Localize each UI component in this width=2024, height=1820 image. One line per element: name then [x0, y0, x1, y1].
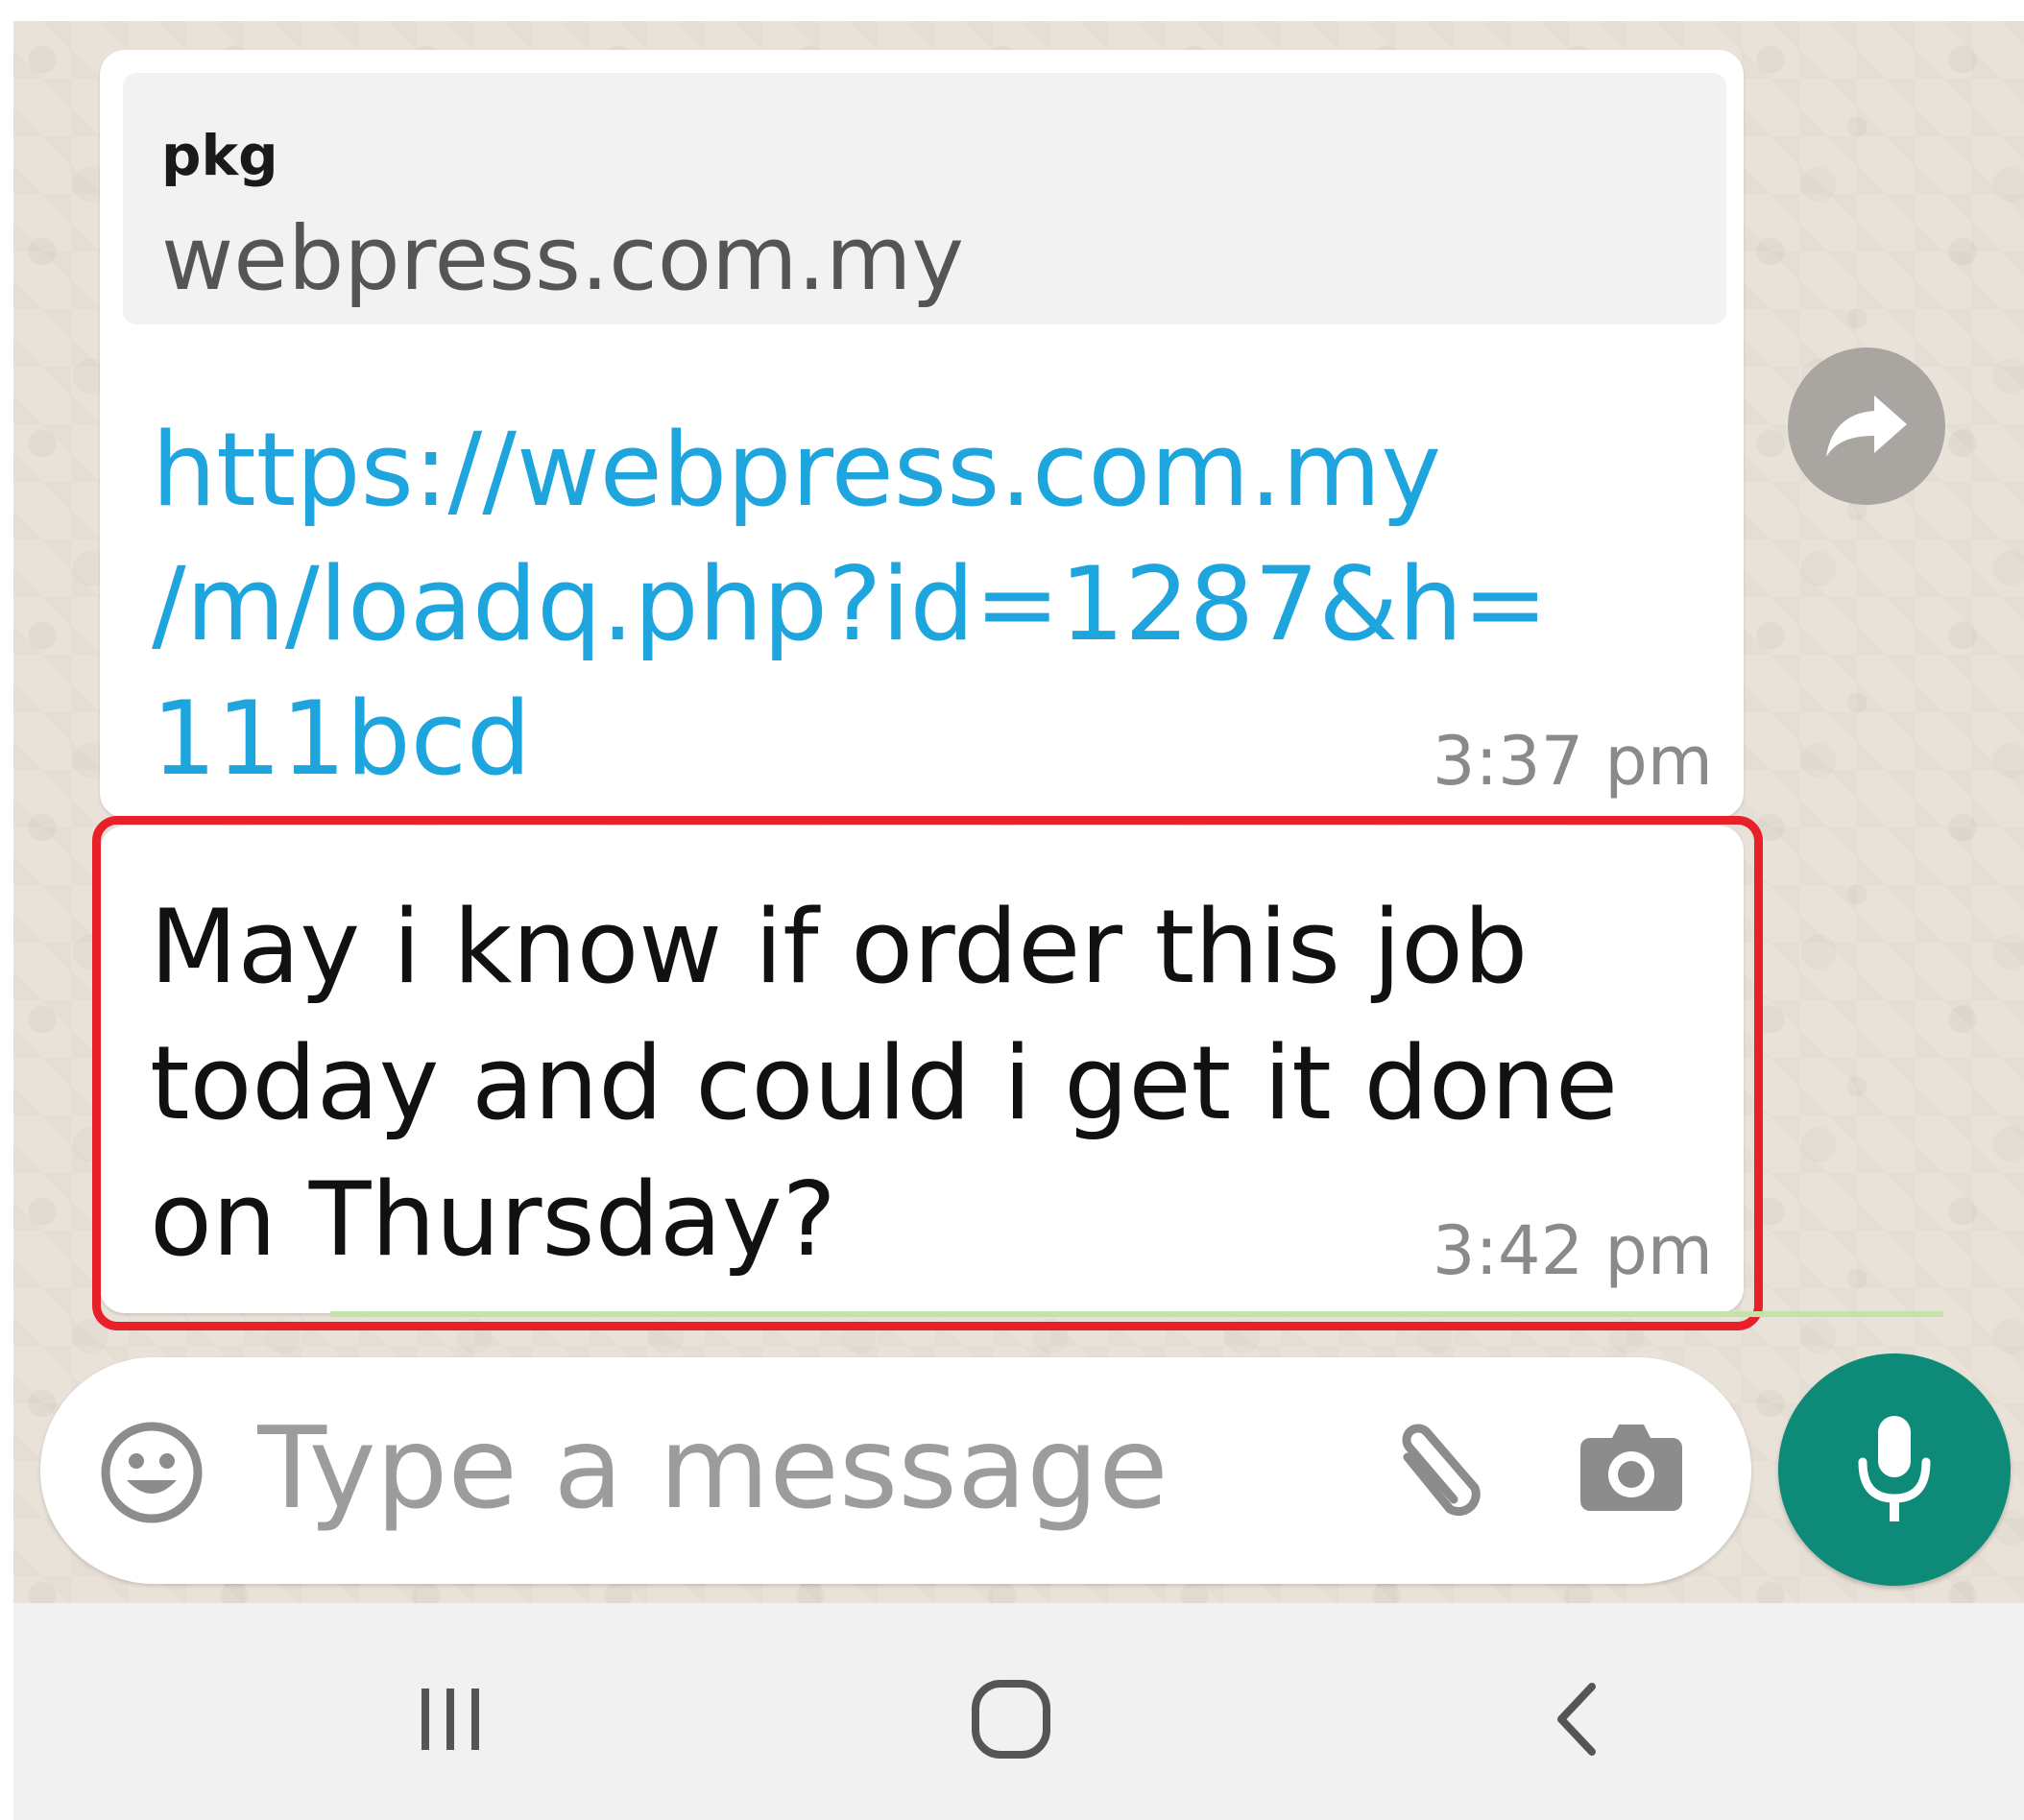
message-composer [40, 1357, 1751, 1584]
back-button[interactable] [1525, 1666, 1630, 1772]
message-timestamp: 3:37 pm [1432, 722, 1713, 801]
message-timestamp: 3:42 pm [1432, 1211, 1713, 1290]
camera-icon[interactable] [1577, 1419, 1686, 1515]
emoji-icon[interactable] [98, 1419, 205, 1526]
microphone-button[interactable] [1778, 1353, 2011, 1586]
back-icon [1557, 1683, 1596, 1756]
microphone-icon [1858, 1416, 1931, 1521]
paperclip-icon[interactable] [1375, 1415, 1490, 1530]
chat-area[interactable]: pkg webpress.com.my https://webpress.com… [13, 21, 2024, 1603]
link-preview-domain: webpress.com.my [161, 207, 964, 310]
message-link[interactable]: https://webpress.com.my /m/loadq.php?id=… [152, 403, 1650, 806]
home-icon [972, 1680, 1050, 1759]
recents-button[interactable] [398, 1666, 503, 1772]
message-bubble-link[interactable]: pkg webpress.com.my https://webpress.com… [100, 50, 1744, 818]
forward-button[interactable] [1788, 347, 1945, 505]
message-bubble-question[interactable]: May i know if order this job today and c… [100, 826, 1744, 1313]
recents-icon [422, 1688, 479, 1750]
phone-screen: pkg webpress.com.my https://webpress.com… [13, 21, 2024, 1820]
message-input[interactable] [257, 1396, 1217, 1540]
navigation-bar [13, 1603, 2024, 1820]
link-preview-card[interactable]: pkg webpress.com.my [123, 73, 1726, 324]
forward-icon [1826, 395, 1907, 457]
divider-line [330, 1311, 1943, 1317]
link-preview-title: pkg [161, 123, 278, 188]
home-button[interactable] [958, 1666, 1064, 1772]
